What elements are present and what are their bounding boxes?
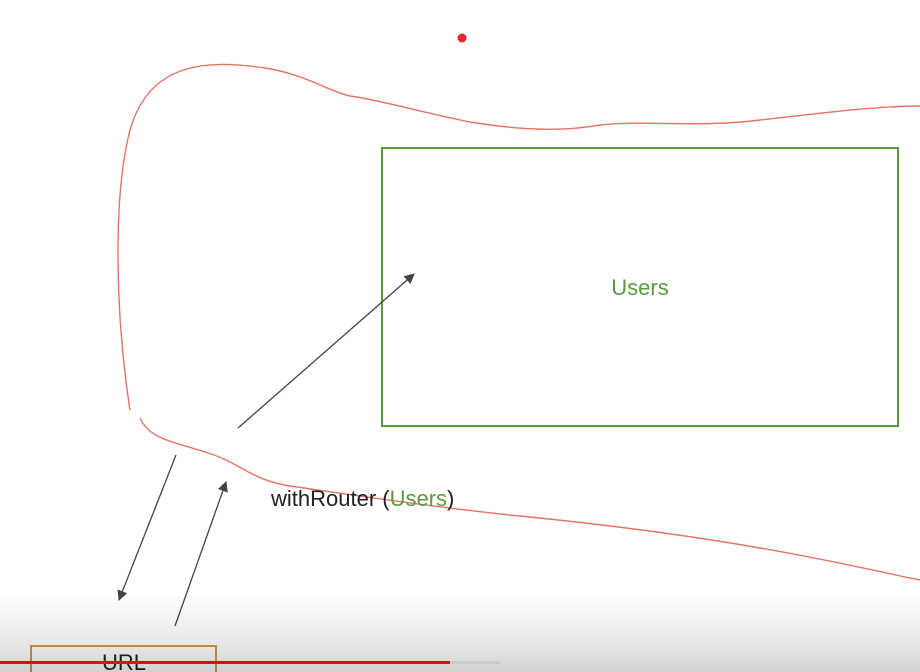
arrow-to-users <box>237 273 415 429</box>
with-router-label: withRouter (Users) <box>270 486 454 511</box>
with-router-argument: Users <box>390 486 447 511</box>
arrow-to-url <box>117 454 177 601</box>
laser-pointer-dot <box>457 33 467 43</box>
router-outline-lower <box>139 417 920 581</box>
router-outline-upper <box>117 63 920 411</box>
with-router-suffix: ) <box>447 486 454 511</box>
with-router-prefix: withRouter ( <box>270 486 390 511</box>
url-box-label: URL <box>102 650 146 672</box>
whiteboard-diagram: Users withRouter (Users) URL <box>30 33 920 672</box>
arrow-from-url <box>174 481 228 627</box>
users-box-label: Users <box>611 275 668 300</box>
